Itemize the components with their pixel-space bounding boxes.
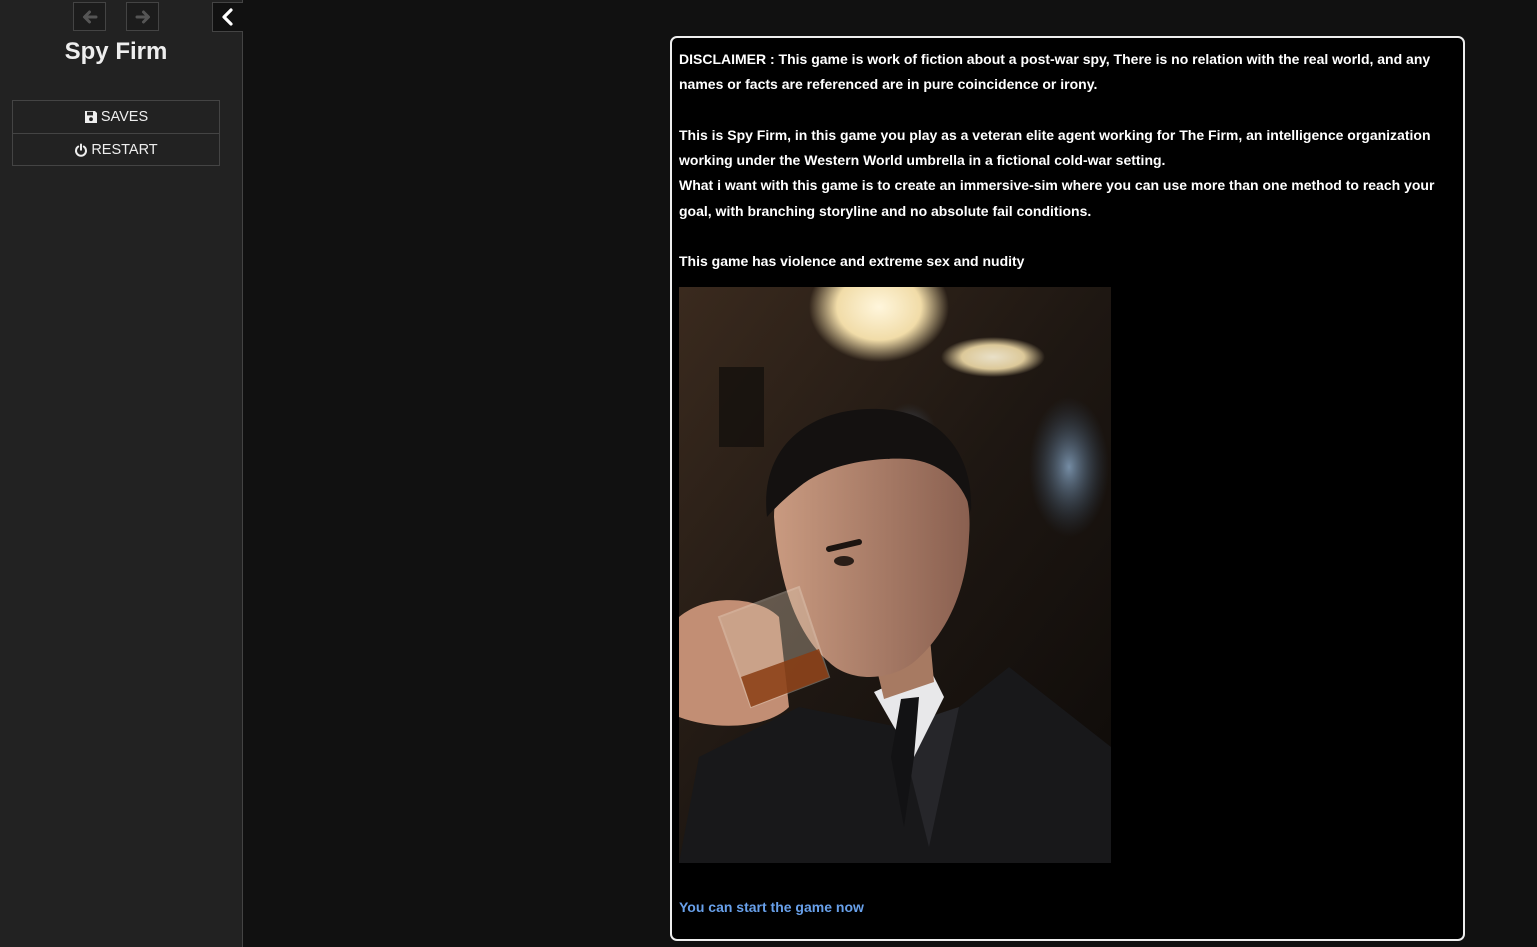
content-warning-text: This game has violence and extreme sex a… — [679, 253, 1025, 270]
restart-label: RESTART — [91, 141, 158, 158]
ui-bar: Spy Firm SAVES RESTART — [0, 0, 243, 947]
goal-text: What i want with this game is to create … — [679, 177, 1435, 219]
intro-text: This is Spy Firm, in this game you play … — [679, 126, 1431, 169]
power-icon — [75, 143, 88, 157]
chevron-left-icon — [222, 8, 233, 26]
disclaimer-text: DISCLAIMER : This game is work of fictio… — [679, 51, 1431, 93]
arrow-left-icon — [82, 10, 97, 23]
agent-drinking-photo — [679, 286, 1111, 863]
restart-button[interactable]: RESTART — [13, 133, 219, 165]
history-forward-button[interactable] — [126, 2, 159, 31]
sidebar-toggle-button[interactable] — [212, 2, 243, 32]
floppy-disk-icon — [84, 111, 97, 123]
start-game-link[interactable]: You can start the game now — [679, 899, 864, 915]
photo-illustration — [679, 286, 1111, 863]
menu-core: SAVES RESTART — [12, 100, 220, 166]
history-back-button[interactable] — [73, 2, 106, 31]
passage: DISCLAIMER : This game is work of fictio… — [670, 36, 1465, 941]
saves-label: SAVES — [100, 109, 149, 125]
saves-button[interactable]: SAVES — [13, 101, 219, 133]
story-title: Spy Firm — [64, 38, 168, 65]
arrow-right-icon — [135, 10, 150, 23]
